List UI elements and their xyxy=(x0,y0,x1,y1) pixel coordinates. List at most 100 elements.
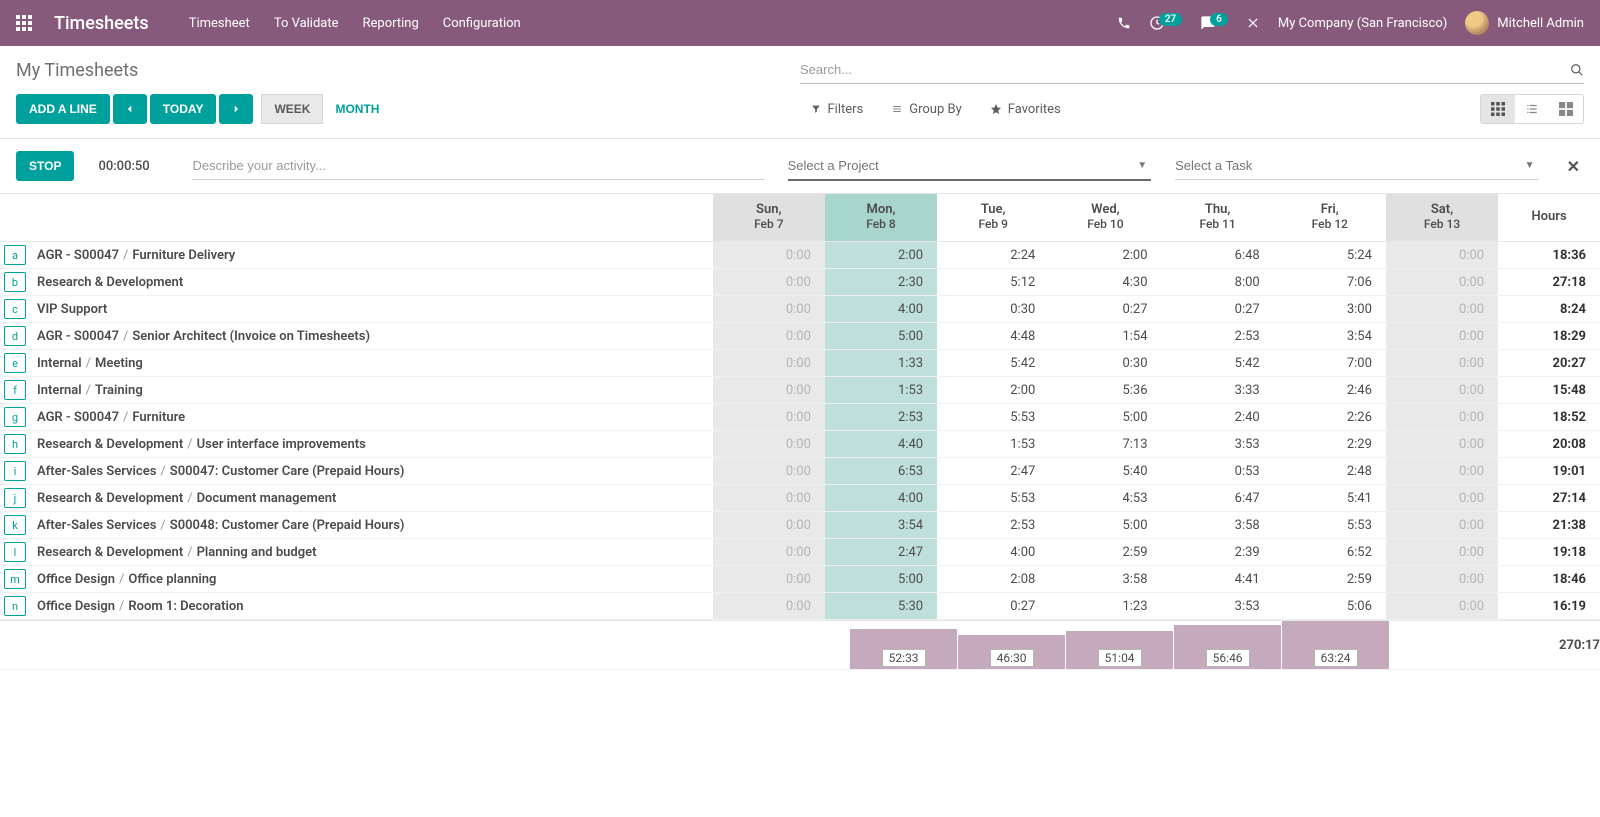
time-cell[interactable]: 2:26 xyxy=(1274,404,1386,431)
time-cell[interactable]: 2:59 xyxy=(1049,539,1161,566)
time-cell[interactable]: 0:00 xyxy=(713,377,825,404)
row-label[interactable]: After-Sales Services/S00047: Customer Ca… xyxy=(27,458,713,485)
time-cell[interactable]: 0:00 xyxy=(713,242,825,269)
next-period-button[interactable] xyxy=(219,94,253,124)
period-month-button[interactable]: MONTH xyxy=(323,94,391,124)
time-cell[interactable]: 3:00 xyxy=(1274,296,1386,323)
time-cell[interactable]: 4:53 xyxy=(1049,485,1161,512)
time-cell[interactable]: 2:40 xyxy=(1162,404,1274,431)
time-cell[interactable]: 0:00 xyxy=(713,404,825,431)
user-menu[interactable]: Mitchell Admin xyxy=(1465,11,1584,35)
time-cell[interactable]: 0:00 xyxy=(1386,296,1498,323)
time-cell[interactable]: 0:00 xyxy=(1386,242,1498,269)
time-cell[interactable]: 0:00 xyxy=(1386,269,1498,296)
row-label[interactable]: AGR - S00047/Senior Architect (Invoice o… xyxy=(27,323,713,350)
time-cell[interactable]: 5:12 xyxy=(937,269,1049,296)
time-cell[interactable]: 4:41 xyxy=(1162,566,1274,593)
time-cell[interactable]: 3:58 xyxy=(1162,512,1274,539)
time-cell[interactable]: 2:53 xyxy=(937,512,1049,539)
time-cell[interactable]: 2:53 xyxy=(825,404,937,431)
time-cell[interactable]: 7:13 xyxy=(1049,431,1161,458)
time-cell[interactable]: 5:42 xyxy=(1162,350,1274,377)
time-cell[interactable]: 4:00 xyxy=(825,485,937,512)
add-line-button[interactable]: ADD A LINE xyxy=(16,94,110,124)
time-cell[interactable]: 2:00 xyxy=(1049,242,1161,269)
time-cell[interactable]: 5:53 xyxy=(937,404,1049,431)
row-label[interactable]: Research & Development/User interface im… xyxy=(27,431,713,458)
time-cell[interactable]: 0:00 xyxy=(713,458,825,485)
time-cell[interactable]: 0:00 xyxy=(1386,458,1498,485)
time-cell[interactable]: 5:24 xyxy=(1274,242,1386,269)
time-cell[interactable]: 0:00 xyxy=(1386,323,1498,350)
row-hotkey[interactable]: d xyxy=(4,326,26,346)
row-hotkey[interactable]: k xyxy=(4,515,26,535)
time-cell[interactable]: 0:00 xyxy=(713,350,825,377)
time-cell[interactable]: 8:00 xyxy=(1162,269,1274,296)
time-cell[interactable]: 5:00 xyxy=(1049,404,1161,431)
time-cell[interactable]: 0:00 xyxy=(1386,485,1498,512)
time-cell[interactable]: 0:00 xyxy=(1386,539,1498,566)
time-cell[interactable]: 2:24 xyxy=(937,242,1049,269)
time-cell[interactable]: 0:00 xyxy=(713,431,825,458)
time-cell[interactable]: 5:41 xyxy=(1274,485,1386,512)
task-select-input[interactable] xyxy=(1175,152,1521,179)
time-cell[interactable]: 2:48 xyxy=(1274,458,1386,485)
time-cell[interactable]: 2:30 xyxy=(825,269,937,296)
time-cell[interactable]: 0:00 xyxy=(1386,404,1498,431)
row-label[interactable]: Research & Development xyxy=(27,269,713,296)
time-cell[interactable]: 4:40 xyxy=(825,431,937,458)
project-select[interactable]: ▼ xyxy=(788,152,1151,181)
row-hotkey[interactable]: f xyxy=(4,380,26,400)
app-brand[interactable]: Timesheets xyxy=(54,13,149,34)
row-hotkey[interactable]: e xyxy=(4,353,26,373)
time-cell[interactable]: 5:42 xyxy=(937,350,1049,377)
row-hotkey[interactable]: m xyxy=(4,569,26,589)
time-cell[interactable]: 6:47 xyxy=(1162,485,1274,512)
favorites-dropdown[interactable]: Favorites xyxy=(990,102,1061,117)
row-hotkey[interactable]: j xyxy=(4,488,26,508)
row-hotkey[interactable]: h xyxy=(4,434,26,454)
period-week-button[interactable]: WEEK xyxy=(261,94,323,124)
time-cell[interactable]: 3:58 xyxy=(1049,566,1161,593)
time-cell[interactable]: 1:53 xyxy=(825,377,937,404)
time-cell[interactable]: 5:30 xyxy=(825,593,937,620)
project-select-input[interactable] xyxy=(788,152,1134,179)
time-cell[interactable]: 6:52 xyxy=(1274,539,1386,566)
view-kanban-icon[interactable] xyxy=(1549,95,1583,123)
search-input[interactable] xyxy=(800,56,1570,83)
activity-input[interactable] xyxy=(192,152,763,180)
time-cell[interactable]: 0:27 xyxy=(1162,296,1274,323)
time-cell[interactable]: 0:00 xyxy=(1386,377,1498,404)
time-cell[interactable]: 0:00 xyxy=(1386,566,1498,593)
row-label[interactable]: AGR - S00047/Furniture Delivery xyxy=(27,242,713,269)
time-cell[interactable]: 0:27 xyxy=(937,593,1049,620)
time-cell[interactable]: 2:46 xyxy=(1274,377,1386,404)
time-cell[interactable]: 4:00 xyxy=(937,539,1049,566)
time-cell[interactable]: 2:39 xyxy=(1162,539,1274,566)
time-cell[interactable]: 6:53 xyxy=(825,458,937,485)
row-hotkey[interactable]: g xyxy=(4,407,26,427)
row-label[interactable]: Research & Development/Planning and budg… xyxy=(27,539,713,566)
time-cell[interactable]: 1:23 xyxy=(1049,593,1161,620)
time-cell[interactable]: 1:53 xyxy=(937,431,1049,458)
close-icon[interactable]: ✕ xyxy=(1563,157,1584,176)
time-cell[interactable]: 7:06 xyxy=(1274,269,1386,296)
time-cell[interactable]: 0:00 xyxy=(713,593,825,620)
filters-dropdown[interactable]: Filters xyxy=(811,102,863,117)
time-cell[interactable]: 2:59 xyxy=(1274,566,1386,593)
time-cell[interactable]: 5:00 xyxy=(825,323,937,350)
row-hotkey[interactable]: n xyxy=(4,596,26,616)
row-label[interactable]: Research & Development/Document manageme… xyxy=(27,485,713,512)
close-session-icon[interactable] xyxy=(1246,16,1260,30)
time-cell[interactable]: 5:06 xyxy=(1274,593,1386,620)
nav-link[interactable]: To Validate xyxy=(274,16,339,31)
row-label[interactable]: Internal/Meeting xyxy=(27,350,713,377)
time-cell[interactable]: 5:36 xyxy=(1049,377,1161,404)
time-cell[interactable]: 5:53 xyxy=(1274,512,1386,539)
row-hotkey[interactable]: i xyxy=(4,461,26,481)
today-button[interactable]: TODAY xyxy=(150,94,217,124)
time-cell[interactable]: 4:48 xyxy=(937,323,1049,350)
time-cell[interactable]: 0:00 xyxy=(1386,350,1498,377)
time-cell[interactable]: 0:30 xyxy=(937,296,1049,323)
phone-icon[interactable] xyxy=(1117,16,1131,30)
